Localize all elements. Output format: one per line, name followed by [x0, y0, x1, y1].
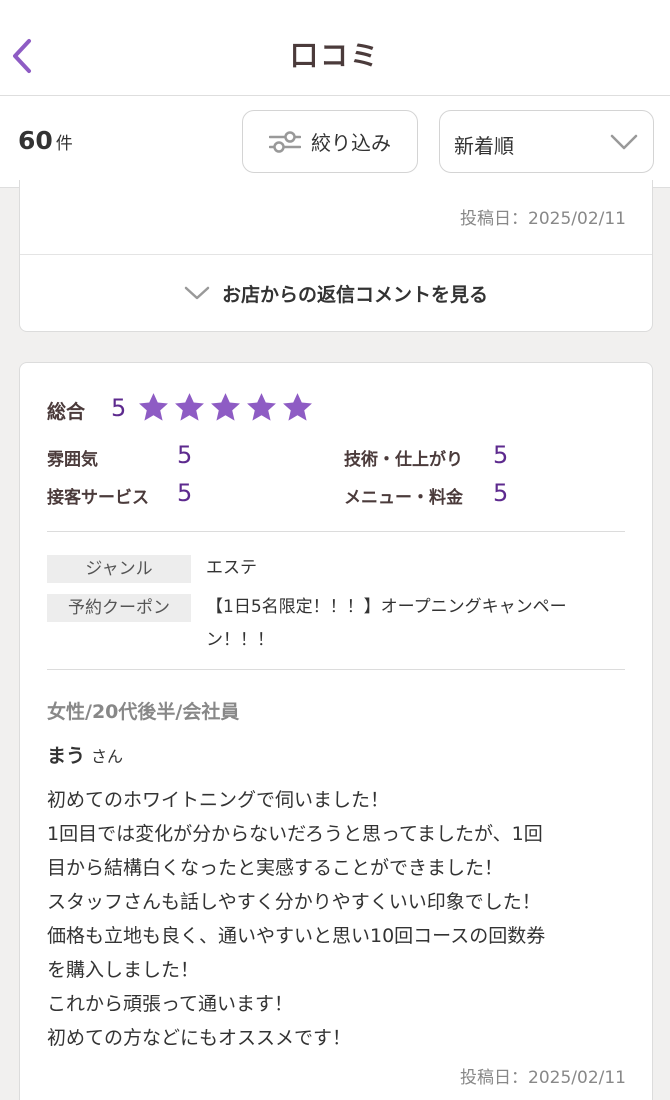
overall-score: 5: [111, 394, 127, 422]
rating-label-technique: 技術・仕上がり: [344, 450, 463, 470]
review-card: 総合 5 雰囲気 5 技術・仕上がり 5 接客サービス 5 メニュー・料金 5 …: [19, 362, 653, 1100]
genre-value: エステ: [206, 558, 257, 578]
rating-label-menu-price: メニュー・料金: [344, 488, 463, 508]
chevron-down-icon: [184, 286, 210, 300]
rating-value-technique: 5: [493, 441, 509, 469]
review-count-unit: 件: [55, 134, 73, 154]
review-text-line: 目から結構白くなったと実感することができました！: [47, 857, 504, 879]
rating-value-service: 5: [177, 479, 193, 507]
review-body: 初めてのホワイトニングで伺いました！ 1回目では変化が分からないだろうと思ってま…: [47, 783, 627, 1055]
star-icon: [283, 393, 312, 421]
coupon-value[interactable]: 【1日5名限定！！！】オープニングキャンペーン！！！: [206, 591, 626, 657]
shop-reply-label: お店からの返信コメントを見る: [221, 283, 488, 306]
star-icon: [247, 393, 276, 421]
review-count-value: 60: [18, 126, 53, 155]
review-text-line: 初めてのホワイトニングで伺いました！: [47, 789, 390, 811]
filter-label: 絞り込み: [311, 131, 391, 155]
posted-date: 投稿日：2025/02/11: [460, 209, 626, 229]
reviewer-attributes: 女性/20代後半/会社員: [47, 701, 240, 723]
app-header: 口コミ: [0, 0, 670, 96]
reviewer-honorific: さん: [91, 747, 124, 766]
page-title: 口コミ: [289, 39, 380, 72]
rating-value-atmosphere: 5: [177, 441, 193, 469]
coupon-label: 予約クーポン: [47, 594, 191, 622]
star-icon: [211, 393, 240, 421]
rating-value-menu-price: 5: [493, 479, 509, 507]
chevron-down-icon: [610, 134, 638, 150]
reviewer-name-text: まう: [47, 745, 86, 767]
sliders-icon: [269, 130, 301, 153]
divider: [47, 531, 625, 532]
star-icon: [175, 393, 204, 421]
sort-select[interactable]: 新着順: [439, 110, 654, 173]
review-text-line: を購入しました！: [47, 959, 200, 981]
rating-label-atmosphere: 雰囲気: [47, 450, 98, 470]
divider: [47, 669, 625, 670]
rating-label-service: 接客サービス: [47, 488, 149, 508]
review-text-line: 価格も立地も良く、通いやすいと思い10回コースの回数券: [47, 925, 546, 947]
review-text-line: 1回目では変化が分からないだろうと思ってましたが、1回: [47, 823, 543, 845]
previous-review-card: 投稿日：2025/02/11 お店からの返信コメントを見る: [19, 180, 653, 332]
overall-label: 総合: [47, 401, 86, 423]
review-text-line: これから頑張って通います！: [47, 993, 294, 1015]
star-icon: [139, 393, 168, 421]
posted-date: 投稿日：2025/02/11: [460, 1068, 626, 1088]
reviewer-name: まう さん: [47, 741, 123, 768]
star-rating: [137, 391, 317, 424]
filter-button[interactable]: 絞り込み: [242, 110, 418, 173]
sort-selected-value: 新着順: [454, 134, 514, 158]
review-text-line: スタッフさんも話しやすく分かりやすくいい印象でした！: [47, 891, 541, 913]
genre-label: ジャンル: [47, 555, 191, 583]
shop-reply-link[interactable]: お店からの返信コメントを見る: [20, 255, 652, 331]
review-count: 60 件: [18, 126, 73, 155]
review-text-line: 初めての方などにもオススメです！: [47, 1027, 352, 1049]
